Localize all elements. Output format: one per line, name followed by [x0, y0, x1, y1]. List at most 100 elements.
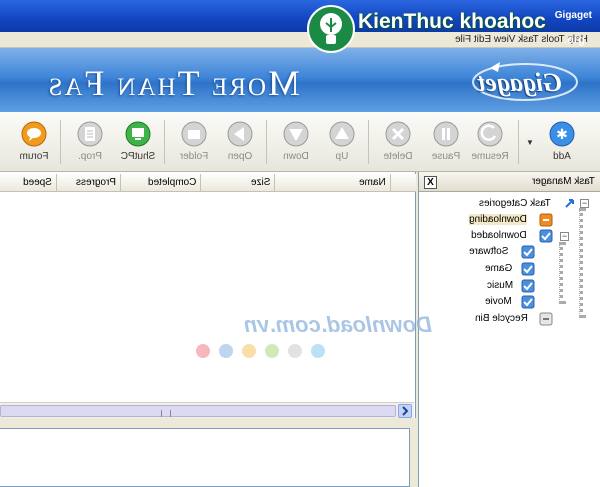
- scrollbar-thumb[interactable]: [0, 405, 396, 417]
- column-spacer: [390, 174, 416, 192]
- forum-label: Forum: [19, 151, 49, 162]
- toolbar-separator: [60, 120, 61, 164]
- tree-label-downloading: Downloading: [469, 214, 527, 225]
- resume-label: Resume: [471, 151, 509, 162]
- recycle-bin-icon: [539, 312, 553, 326]
- down-label: Down: [283, 151, 309, 162]
- tree-item-music[interactable]: Music: [419, 278, 600, 294]
- add-button[interactable]: ✱ Add: [540, 118, 584, 168]
- toolbar-separator: [164, 120, 165, 164]
- down-button[interactable]: Down: [274, 118, 318, 168]
- watermark-dot: [219, 344, 233, 358]
- tree-item-task-categories[interactable]: − Task Categories: [419, 196, 600, 212]
- movie-folder-icon: [521, 295, 535, 309]
- shutpc-button[interactable]: ShutPC: [116, 118, 160, 168]
- open-label: Open: [227, 151, 253, 162]
- task-manager-title: Task Manager: [532, 176, 595, 187]
- column-speed-label: Speed: [23, 177, 52, 188]
- detail-pane[interactable]: [0, 428, 410, 487]
- properties-button[interactable]: Prop.: [68, 118, 112, 168]
- toolbar-separator: [266, 120, 267, 164]
- folder-button[interactable]: Folder: [172, 118, 216, 168]
- column-completed-label: Completed: [147, 177, 196, 188]
- svg-text:✱: ✱: [556, 127, 568, 143]
- overlay-tld-text: .org: [564, 34, 585, 46]
- tree-label-movie: Movie: [485, 296, 512, 307]
- horizontal-scrollbar[interactable]: [0, 402, 414, 418]
- properties-label: Prop.: [78, 151, 102, 162]
- tree-item-recycle-bin[interactable]: Recycle Bin: [419, 311, 600, 327]
- column-name-label: Name: [359, 177, 386, 188]
- pause-icon: [433, 121, 459, 147]
- tree-item-downloading[interactable]: Downloading: [419, 212, 600, 228]
- folder-icon: [181, 121, 207, 147]
- resume-icon: [477, 121, 503, 147]
- open-button[interactable]: Open: [218, 118, 262, 168]
- watermark-dot: [265, 344, 279, 358]
- up-button[interactable]: Up: [320, 118, 364, 168]
- tree-item-downloaded[interactable]: − Downloaded: [419, 228, 600, 244]
- forum-icon: [21, 121, 47, 147]
- downloaded-icon: [539, 229, 553, 243]
- delete-label: Delete: [383, 151, 413, 162]
- add-icon: ✱: [549, 121, 575, 147]
- task-categories-icon: [565, 199, 574, 208]
- add-dropdown-icon[interactable]: ▼: [526, 138, 534, 147]
- column-speed[interactable]: Speed: [0, 174, 56, 192]
- toolbar: ✱ Add ▼ Resume Pause Delete Up Down Open…: [0, 112, 600, 172]
- shutpc-label: ShutPC: [120, 151, 156, 162]
- software-folder-icon: [521, 245, 535, 259]
- watermark-dot: [311, 344, 325, 358]
- properties-icon: [77, 121, 103, 147]
- toolbar-separator: [518, 120, 519, 164]
- gigaget-window: Gigaget Help Tools Task View Edit File M…: [0, 0, 600, 487]
- up-label: Up: [335, 151, 349, 162]
- chevron-right-icon: [402, 406, 409, 416]
- tree-item-software[interactable]: Software: [419, 244, 600, 260]
- lightbulb-tree-icon: [307, 5, 355, 53]
- scroll-right-arrow[interactable]: [398, 404, 412, 418]
- column-size[interactable]: Size: [200, 174, 274, 192]
- watermark-text: Download.com.vn: [243, 312, 432, 337]
- task-manager-header: Task Manager X: [419, 172, 600, 192]
- watermark-dot: [196, 344, 210, 358]
- site-overlay-logo: KienThuc khoahoc .org: [302, 0, 600, 58]
- tree-label-task-categories: Task Categories: [479, 198, 551, 209]
- shutpc-icon: [125, 121, 151, 147]
- delete-icon: [385, 121, 411, 147]
- collapse-icon[interactable]: −: [580, 199, 589, 208]
- open-icon: [227, 121, 253, 147]
- music-folder-icon: [521, 279, 535, 293]
- tree-label-game: Game: [485, 263, 513, 274]
- watermark: Download.com.vn: [196, 312, 432, 362]
- column-name[interactable]: Name: [274, 174, 390, 192]
- pause-label: Pause: [431, 151, 461, 162]
- tree-item-movie[interactable]: Movie: [419, 294, 600, 310]
- detail-panel: [0, 418, 416, 487]
- column-progress-label: Progress: [75, 177, 116, 188]
- column-progress[interactable]: Progress: [56, 174, 120, 192]
- column-completed[interactable]: Completed: [120, 174, 200, 192]
- delete-button[interactable]: Delete: [376, 118, 420, 168]
- task-manager-panel: Task Manager X − Task Categories Downloa…: [418, 172, 600, 487]
- download-list[interactable]: Name Size Completed Progress Speed: [0, 172, 416, 418]
- up-icon: [329, 121, 355, 147]
- folder-label: Folder: [179, 151, 209, 162]
- tree-label-recycle-bin: Recycle Bin: [475, 313, 528, 324]
- pause-button[interactable]: Pause: [424, 118, 468, 168]
- down-icon: [283, 121, 309, 147]
- game-folder-icon: [521, 262, 535, 276]
- resume-button[interactable]: Resume: [468, 118, 512, 168]
- list-header: Name Size Completed Progress Speed: [0, 174, 416, 192]
- tree-label-software: Software: [469, 246, 509, 257]
- tree-label-downloaded: Downloaded: [471, 230, 527, 241]
- banner-slogan: More Than Fas: [46, 63, 301, 103]
- add-label: Add: [553, 151, 571, 162]
- close-icon[interactable]: X: [424, 176, 437, 189]
- watermark-dot: [242, 344, 256, 358]
- downloading-icon: [539, 213, 553, 227]
- toolbar-separator: [368, 120, 369, 164]
- forum-button[interactable]: Forum: [12, 118, 56, 168]
- tree-item-game[interactable]: Game: [419, 261, 600, 277]
- collapse-icon[interactable]: −: [560, 232, 569, 241]
